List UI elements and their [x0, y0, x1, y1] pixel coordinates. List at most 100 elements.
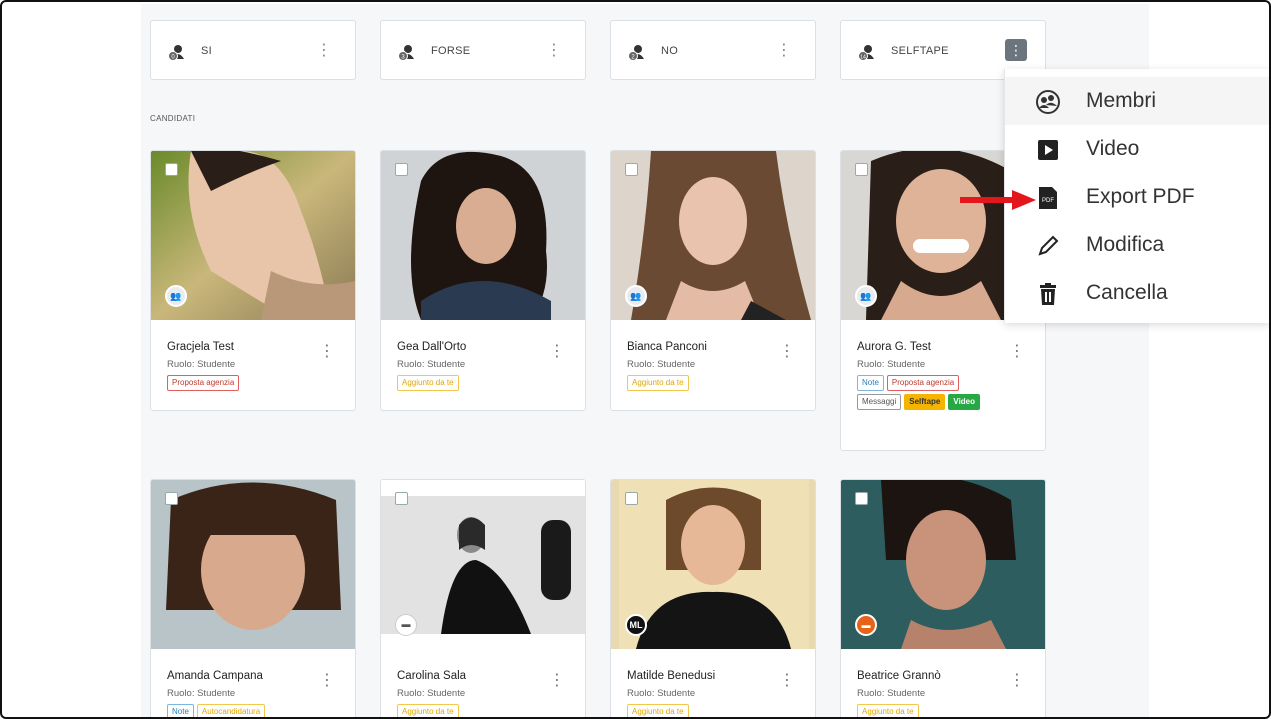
svg-text:PDF: PDF [1042, 198, 1054, 204]
folder-si[interactable]: 0 SI ⋮ [150, 20, 356, 80]
menu-item-membri[interactable]: Membri [1005, 77, 1269, 125]
agency-badge: ML [625, 614, 647, 636]
status-tag: Note [857, 375, 884, 391]
status-tag: Proposta agenzia [886, 375, 960, 391]
select-checkbox[interactable] [395, 492, 408, 505]
status-tag: Proposta agenzia [167, 375, 240, 391]
candidate-name: Gea Dall'Orto [397, 341, 467, 353]
card-menu-button[interactable]: ⋮ [1009, 670, 1025, 690]
folder-menu-button[interactable]: ⋮ [545, 41, 563, 61]
card-menu-button[interactable]: ⋮ [1009, 341, 1025, 361]
card-menu-button[interactable]: ⋮ [549, 341, 565, 361]
tag-list: Proposta agenzia [167, 375, 347, 391]
menu-item-label: Export PDF [1086, 185, 1195, 208]
folder-people-icon: 3 [398, 45, 414, 61]
tag-list: Aggiunto da te [857, 704, 1037, 717]
screenshot-frame: 0 SI ⋮ 3 FORSE ⋮ 2 NO ⋮ 14 SELFTAPE ⋮ CA… [0, 0, 1271, 719]
status-tag: Selftape [904, 394, 946, 410]
folder-forse[interactable]: 3 FORSE ⋮ [380, 20, 586, 80]
menu-item-label: Modifica [1086, 233, 1165, 256]
candidate-card[interactable]: 👥 Bianca Panconi Ruolo: Studente ⋮ Aggiu… [610, 150, 816, 411]
pencil-icon [1038, 235, 1059, 256]
folder-menu-button[interactable]: ⋮ [315, 41, 333, 61]
section-label: CANDIDATI [150, 114, 196, 123]
select-checkbox[interactable] [395, 163, 408, 176]
video-icon [1038, 140, 1058, 160]
candidate-card[interactable]: 👥 Gracjela Test Ruolo: Studente ⋮ Propos… [150, 150, 356, 411]
status-tag: Autocandidatura [196, 704, 266, 717]
folder-label: SELFTAPE [891, 45, 949, 57]
candidate-card[interactable]: ▬ Carolina Sala Ruolo: Studente ⋮ Aggiun… [380, 479, 586, 717]
card-menu-button[interactable]: ⋮ [319, 341, 335, 361]
tag-list: Note Proposta agenzia Messaggi Selftape Vide… [857, 375, 997, 410]
candidate-role: Ruolo: Studente [397, 688, 466, 699]
card-menu-button[interactable]: ⋮ [779, 341, 795, 361]
agency-logo-icon: ▬ [395, 614, 417, 636]
menu-item-label: Video [1086, 137, 1140, 160]
candidate-name: Bianca Panconi [627, 341, 707, 353]
svg-text:14: 14 [860, 55, 866, 61]
annotation-arrow-icon [960, 190, 1036, 210]
folder-no[interactable]: 2 NO ⋮ [610, 20, 816, 80]
menu-item-export-pdf[interactable]: PDF Export PDF [1005, 173, 1269, 221]
group-avatar-icon: 👥 [165, 285, 187, 307]
tag-list: Aggiunto da te [397, 375, 577, 391]
folder-people-icon: 14 [858, 45, 874, 61]
tag-list: Aggiunto da te [627, 704, 807, 717]
status-tag: Aggiunto da te [627, 704, 689, 717]
select-checkbox[interactable] [625, 492, 638, 505]
candidate-name: Aurora G. Test [857, 341, 931, 353]
tag-list: Aggiunto da te [397, 704, 577, 717]
candidate-card[interactable]: ▬ Beatrice Grannò Ruolo: Studente ⋮ Aggi… [840, 479, 1046, 717]
candidate-role: Ruolo: Studente [627, 359, 696, 370]
status-tag: Aggiunto da te [627, 375, 689, 391]
menu-item-video[interactable]: Video [1005, 125, 1269, 173]
select-checkbox[interactable] [165, 163, 178, 176]
card-menu-button[interactable]: ⋮ [549, 670, 565, 690]
candidate-name: Beatrice Grannò [857, 670, 941, 682]
candidate-photo [381, 151, 585, 320]
menu-item-label: Cancella [1086, 281, 1168, 304]
status-tag: Video [948, 394, 981, 410]
select-checkbox[interactable] [855, 492, 868, 505]
candidate-card[interactable]: Gea Dall'Orto Ruolo: Studente ⋮ Aggiunto… [380, 150, 586, 411]
menu-item-modifica[interactable]: Modifica [1005, 221, 1269, 269]
candidate-role: Ruolo: Studente [167, 359, 236, 370]
group-avatar-icon: 👥 [855, 285, 877, 307]
folder-dropdown-menu: Membri Video PDF Export PDF Modifica Can… [1004, 69, 1269, 323]
candidate-role: Ruolo: Studente [857, 688, 926, 699]
candidate-name: Amanda Campana [167, 670, 263, 682]
candidate-role: Ruolo: Studente [857, 359, 926, 370]
select-checkbox[interactable] [855, 163, 868, 176]
status-tag: Messaggi [857, 394, 902, 410]
status-tag: Aggiunto da te [857, 704, 919, 717]
folder-menu-button[interactable]: ⋮ [775, 41, 793, 61]
trash-icon [1040, 283, 1056, 305]
candidate-role: Ruolo: Studente [167, 688, 236, 699]
members-icon [1036, 90, 1060, 114]
status-tag: Aggiunto da te [397, 375, 459, 391]
folder-menu-button-active[interactable]: ⋮ [1005, 39, 1027, 61]
folder-people-icon: 2 [628, 45, 644, 61]
candidate-card[interactable]: Amanda Campana Ruolo: Studente ⋮ Note Aut… [150, 479, 356, 717]
group-avatar-icon: 👥 [625, 285, 647, 307]
candidate-photo [151, 480, 355, 649]
menu-item-cancella[interactable]: Cancella [1005, 269, 1269, 317]
select-checkbox[interactable] [165, 492, 178, 505]
card-menu-button[interactable]: ⋮ [779, 670, 795, 690]
card-menu-button[interactable]: ⋮ [319, 670, 335, 690]
candidate-card[interactable]: ML Matilde Benedusi Ruolo: Studente ⋮ Ag… [610, 479, 816, 717]
pdf-icon: PDF [1039, 187, 1057, 209]
select-checkbox[interactable] [625, 163, 638, 176]
tag-list: Aggiunto da te [627, 375, 807, 391]
status-tag: Aggiunto da te [397, 704, 459, 717]
folder-label: NO [661, 45, 679, 57]
status-tag: Note [167, 704, 194, 717]
candidate-name: Matilde Benedusi [627, 670, 716, 682]
folder-label: SI [201, 45, 212, 57]
folder-label: FORSE [431, 45, 471, 57]
menu-item-label: Membri [1086, 89, 1157, 112]
candidate-role: Ruolo: Studente [627, 688, 696, 699]
candidate-role: Ruolo: Studente [397, 359, 466, 370]
candidate-name: Carolina Sala [397, 670, 467, 682]
